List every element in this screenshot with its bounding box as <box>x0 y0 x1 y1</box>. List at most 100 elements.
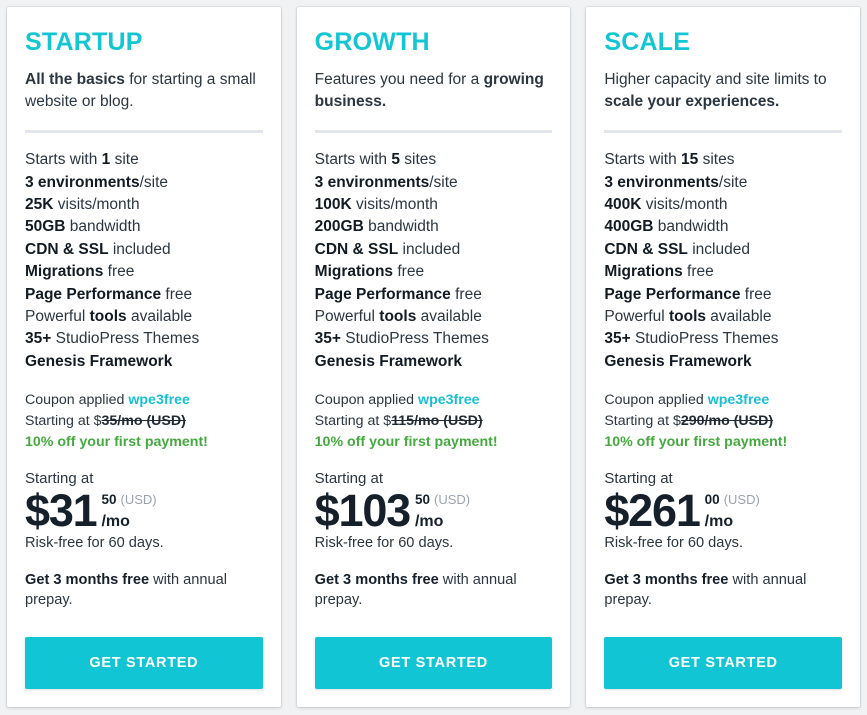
plan-name: SCALE <box>604 28 691 56</box>
feature-item: 200GB bandwidth <box>315 216 553 238</box>
price-cents-row: 50 (USD) <box>101 493 156 507</box>
feature-pre: Powerful <box>314 307 380 325</box>
coupon-block: Coupon applied wpe3free Starting at $35/… <box>25 390 263 453</box>
plan-tagline-rest: Higher capacity and site limits to <box>604 71 827 89</box>
feature-bold: 400GB <box>604 218 654 236</box>
price-row: $261 00 (USD) /mo <box>604 488 842 533</box>
feature-item: Genesis Framework <box>315 351 553 373</box>
feature-pre: Starts with <box>604 151 682 169</box>
feature-item: Powerful tools available <box>25 306 263 328</box>
old-price-line: Starting at $115/mo (USD) <box>315 411 553 432</box>
feature-post: /site <box>718 173 748 191</box>
coupon-label: Coupon applied <box>25 392 125 409</box>
feature-item: 3 environments/site <box>604 172 842 194</box>
feature-post: StudioPress Themes <box>340 330 489 348</box>
price-side: 50 (USD) /mo <box>410 490 470 530</box>
feature-bold: 100K <box>314 196 352 214</box>
old-price-value: 290/mo (USD) <box>680 413 774 430</box>
feature-item: 50GB bandwidth <box>25 216 263 238</box>
annual-prepay-note: Get 3 months free with annual prepay. <box>315 570 553 611</box>
plan-name: STARTUP <box>25 28 143 56</box>
old-price-line: Starting at $290/mo (USD) <box>604 411 842 432</box>
old-price-label: Starting at $ <box>25 413 102 430</box>
price-row: $31 50 (USD) /mo <box>25 488 263 533</box>
feature-list: Starts with 5 sites 3 environments/site … <box>315 149 553 373</box>
plan-tagline-rest: Features you need for a <box>314 71 484 89</box>
annual-note-bold: Get 3 months free <box>25 571 150 588</box>
feature-item: Page Performance free <box>604 284 842 306</box>
feature-item: 3 environments/site <box>25 172 263 194</box>
feature-bold: Migrations <box>604 263 683 281</box>
feature-post: StudioPress Themes <box>630 330 779 348</box>
coupon-applied-line: Coupon applied wpe3free <box>25 390 263 411</box>
feature-bold: 35+ <box>314 330 341 348</box>
annual-prepay-note: Get 3 months free with annual prepay. <box>604 570 842 611</box>
feature-item: 400GB bandwidth <box>604 216 842 238</box>
feature-bold: tools <box>668 307 706 325</box>
feature-bold: Genesis Framework <box>604 352 752 370</box>
feature-post: /site <box>139 173 168 191</box>
card-divider <box>604 130 843 134</box>
feature-list: Starts with 1 site 3 environments/site 2… <box>25 149 263 373</box>
feature-post: free <box>393 263 425 281</box>
discount-text: 10% off your first payment! <box>604 433 788 450</box>
plan-card-startup: STARTUP All the basics for starting a sm… <box>7 7 281 707</box>
plan-name: GROWTH <box>314 28 430 56</box>
feature-bold: CDN & SSL <box>604 240 688 258</box>
feature-post: free <box>682 263 714 281</box>
old-price-value: 115/mo (USD) <box>391 413 483 430</box>
coupon-applied-line: Coupon applied wpe3free <box>604 390 842 411</box>
risk-free-note: Risk-free for 60 days. <box>604 534 744 551</box>
feature-bold: 15 <box>681 151 699 169</box>
feature-item: 3 environments/site <box>315 172 553 194</box>
feature-post: sites <box>399 151 437 169</box>
feature-post: sites <box>698 151 735 169</box>
feature-item: Starts with 15 sites <box>604 149 842 171</box>
price-cents-row: 50 (USD) <box>415 493 470 507</box>
plan-tagline-bold: All the basics <box>25 71 125 89</box>
price-currency: (USD) <box>434 492 471 508</box>
feature-post: visits/month <box>641 196 728 214</box>
price-cents: 50 <box>414 492 431 508</box>
feature-bold: 35+ <box>25 330 52 348</box>
plan-card-scale: SCALE Higher capacity and site limits to… <box>586 7 861 707</box>
feature-bold: 35+ <box>604 330 631 348</box>
feature-item: Migrations free <box>315 261 553 283</box>
old-price-value: 35/mo (USD) <box>101 413 186 430</box>
plan-tagline: Features you need for a growing business… <box>315 69 553 113</box>
feature-post: bandwidth <box>363 218 439 236</box>
feature-bold: Migrations <box>25 263 104 281</box>
feature-bold: 3 environments <box>314 173 430 191</box>
feature-bold: Genesis Framework <box>25 352 173 370</box>
feature-item: CDN & SSL included <box>315 239 553 261</box>
risk-free-note: Risk-free for 60 days. <box>25 534 164 551</box>
price-side: 00 (USD) /mo <box>700 490 760 530</box>
price-side: 50 (USD) /mo <box>96 490 156 530</box>
feature-post: free <box>450 285 482 303</box>
feature-item: Migrations free <box>25 261 263 283</box>
feature-post: visits/month <box>351 196 438 214</box>
feature-bold: 200GB <box>314 218 364 236</box>
price-currency: (USD) <box>120 492 157 508</box>
coupon-label: Coupon applied <box>314 392 415 409</box>
price-row: $103 50 (USD) /mo <box>315 488 553 533</box>
feature-pre: Starts with <box>314 151 392 169</box>
feature-post: included <box>398 240 461 258</box>
card-divider <box>314 130 553 134</box>
feature-bold: CDN & SSL <box>314 240 399 258</box>
feature-item: Starts with 1 site <box>25 149 263 171</box>
feature-bold: tools <box>89 307 127 325</box>
feature-post: available <box>416 307 482 325</box>
get-started-button[interactable]: GET STARTED <box>604 637 843 689</box>
plan-tagline: All the basics for starting a small webs… <box>25 69 263 113</box>
get-started-button[interactable]: GET STARTED <box>314 637 553 689</box>
coupon-label: Coupon applied <box>604 392 704 409</box>
feature-pre: Powerful <box>604 307 669 325</box>
pricing-plans-grid: STARTUP All the basics for starting a sm… <box>0 0 867 715</box>
discount-text: 10% off your first payment! <box>314 433 498 450</box>
get-started-button[interactable]: GET STARTED <box>25 637 263 689</box>
coupon-applied-line: Coupon applied wpe3free <box>315 390 553 411</box>
feature-item: Page Performance free <box>25 284 263 306</box>
